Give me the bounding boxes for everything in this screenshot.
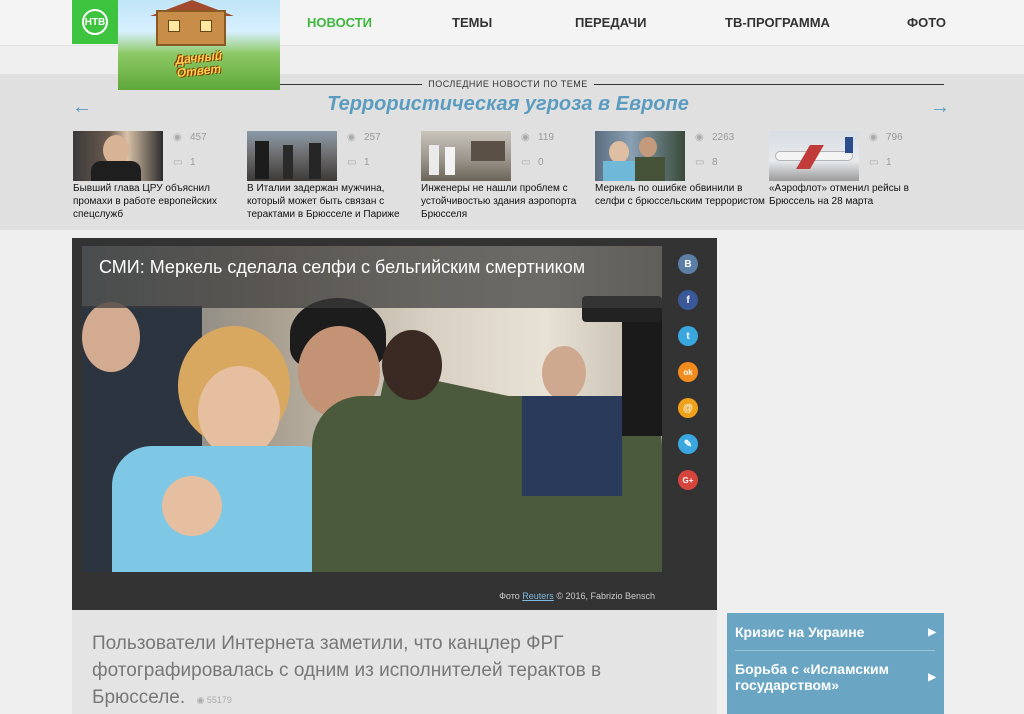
card-title[interactable]: Инженеры не нашли проблем с устойчивость… (421, 182, 591, 221)
news-card[interactable]: ◉ 119 ▭ 0 Инженеры не нашли проблем с усто… (421, 131, 586, 221)
facebook-icon[interactable]: f (678, 290, 698, 310)
card-views: 796 (886, 132, 903, 143)
nav-tv-program[interactable]: ТВ-ПРОГРАММА (725, 15, 830, 30)
window-graphic (168, 20, 180, 32)
card-views: 457 (190, 132, 207, 143)
lead-text: Пользователи Интернета заметили, что кан… (92, 633, 602, 708)
card-title[interactable]: Меркель по ошибке обвинили в селфи с брю… (595, 182, 765, 208)
article-media-block: СМИ: Меркель сделала селфи с бельгийским… (72, 238, 717, 610)
credit-prefix: Фото (499, 591, 520, 601)
card-views: 2263 (712, 132, 735, 143)
views-count: 55179 (206, 695, 232, 705)
twitter-icon[interactable]: t (678, 326, 698, 346)
credit-source-link[interactable]: Reuters (522, 591, 554, 601)
card-comments: 1 (364, 157, 370, 168)
odnoklassniki-icon[interactable]: ok (678, 362, 698, 382)
card-title[interactable]: В Италии задержан мужчина, который может… (247, 182, 417, 221)
related-topics-panel: Кризис на Украине ▶ Борьба с «Исламским … (727, 613, 944, 714)
comment-icon: ▭ (695, 157, 705, 168)
nav-topics[interactable]: ТЕМЫ (452, 15, 492, 30)
eye-icon: ◉ (521, 132, 530, 143)
topic-title[interactable]: Террористическая угроза в Европе (0, 93, 1016, 116)
divider (735, 650, 935, 651)
comment-icon: ▭ (521, 157, 531, 168)
article-lead-block: Пользователи Интернета заметили, что кан… (72, 610, 717, 714)
topic-link-label: Борьба с «Исламским государством» (735, 661, 890, 693)
eye-icon: ◉ (173, 132, 182, 143)
logo-mark: НТВ (82, 9, 108, 35)
chevron-right-icon: ▶ (928, 626, 936, 638)
news-card[interactable]: ◉ 457 ▭ 1 Бывший глава ЦРУ объяснил промах… (73, 131, 238, 221)
card-thumbnail (421, 131, 511, 181)
arrow-left-icon[interactable]: ← (72, 96, 92, 119)
eye-icon: ◉ (869, 132, 878, 143)
article-views: ◉ 55179 (196, 695, 231, 705)
card-thumbnail (73, 131, 163, 181)
article-photo[interactable]: СМИ: Меркель сделала селфи с бельгийским… (82, 246, 662, 572)
nav-shows[interactable]: ПЕРЕДАЧИ (575, 15, 647, 30)
promo-banner[interactable]: Дачный Ответ (118, 0, 280, 90)
window-graphic (200, 20, 212, 32)
card-thumbnail (769, 131, 859, 181)
livejournal-icon[interactable]: ✎ (678, 434, 698, 454)
comment-icon: ▭ (347, 157, 357, 168)
house-graphic (156, 10, 226, 46)
vkontakte-icon[interactable]: В (678, 254, 698, 274)
card-title[interactable]: «Аэрофлот» отменил рейсы в Брюссель на 2… (769, 182, 939, 208)
photo-credit: Фото Reuters © 2016, Fabrizio Bensch (499, 591, 655, 601)
topic-link[interactable]: Кризис на Украине ▶ (727, 621, 944, 643)
news-card[interactable]: ◉ 257 ▭ 1 В Италии задержан мужчина, котор… (247, 131, 412, 221)
card-thumbnail (595, 131, 685, 181)
nav-news[interactable]: НОВОСТИ (307, 15, 372, 30)
eye-icon: ◉ (347, 132, 356, 143)
card-comments: 0 (538, 157, 544, 168)
comment-icon: ▭ (869, 157, 879, 168)
news-card[interactable]: ◉ 2263 ▭ 8 Меркель по ошибке обвинили в се… (595, 131, 765, 208)
article-headline: СМИ: Меркель сделала селфи с бельгийским… (99, 257, 586, 277)
nav-photo[interactable]: ФОТО (907, 15, 946, 30)
ntv-logo[interactable]: НТВ (72, 0, 118, 44)
eye-icon: ◉ (196, 695, 205, 705)
topic-link-label: Кризис на Украине (735, 624, 865, 640)
card-views: 257 (364, 132, 381, 143)
credit-copyright: © 2016, Fabrizio Bensch (556, 591, 655, 601)
card-thumbnail (247, 131, 337, 181)
chevron-right-icon: ▶ (928, 671, 936, 683)
card-comments: 1 (886, 157, 892, 168)
googleplus-icon[interactable]: G+ (678, 470, 698, 490)
article-lead: Пользователи Интернета заметили, что кан… (92, 630, 682, 714)
promo-label: Дачный Ответ (174, 48, 223, 81)
card-comments: 1 (190, 157, 196, 168)
topic-link[interactable]: Борьба с «Исламским государством» ▶ (727, 657, 944, 697)
mailru-icon[interactable]: @ (678, 398, 698, 418)
arrow-right-icon[interactable]: → (930, 96, 950, 119)
news-card[interactable]: ◉ 796 ▭ 1 «Аэрофлот» отменил рейсы в Брюсс… (769, 131, 934, 208)
eye-icon: ◉ (695, 132, 704, 143)
card-views: 119 (538, 132, 554, 143)
card-title[interactable]: Бывший глава ЦРУ объяснил промахи в рабо… (73, 182, 243, 221)
comment-icon: ▭ (173, 157, 183, 168)
card-comments: 8 (712, 157, 718, 168)
